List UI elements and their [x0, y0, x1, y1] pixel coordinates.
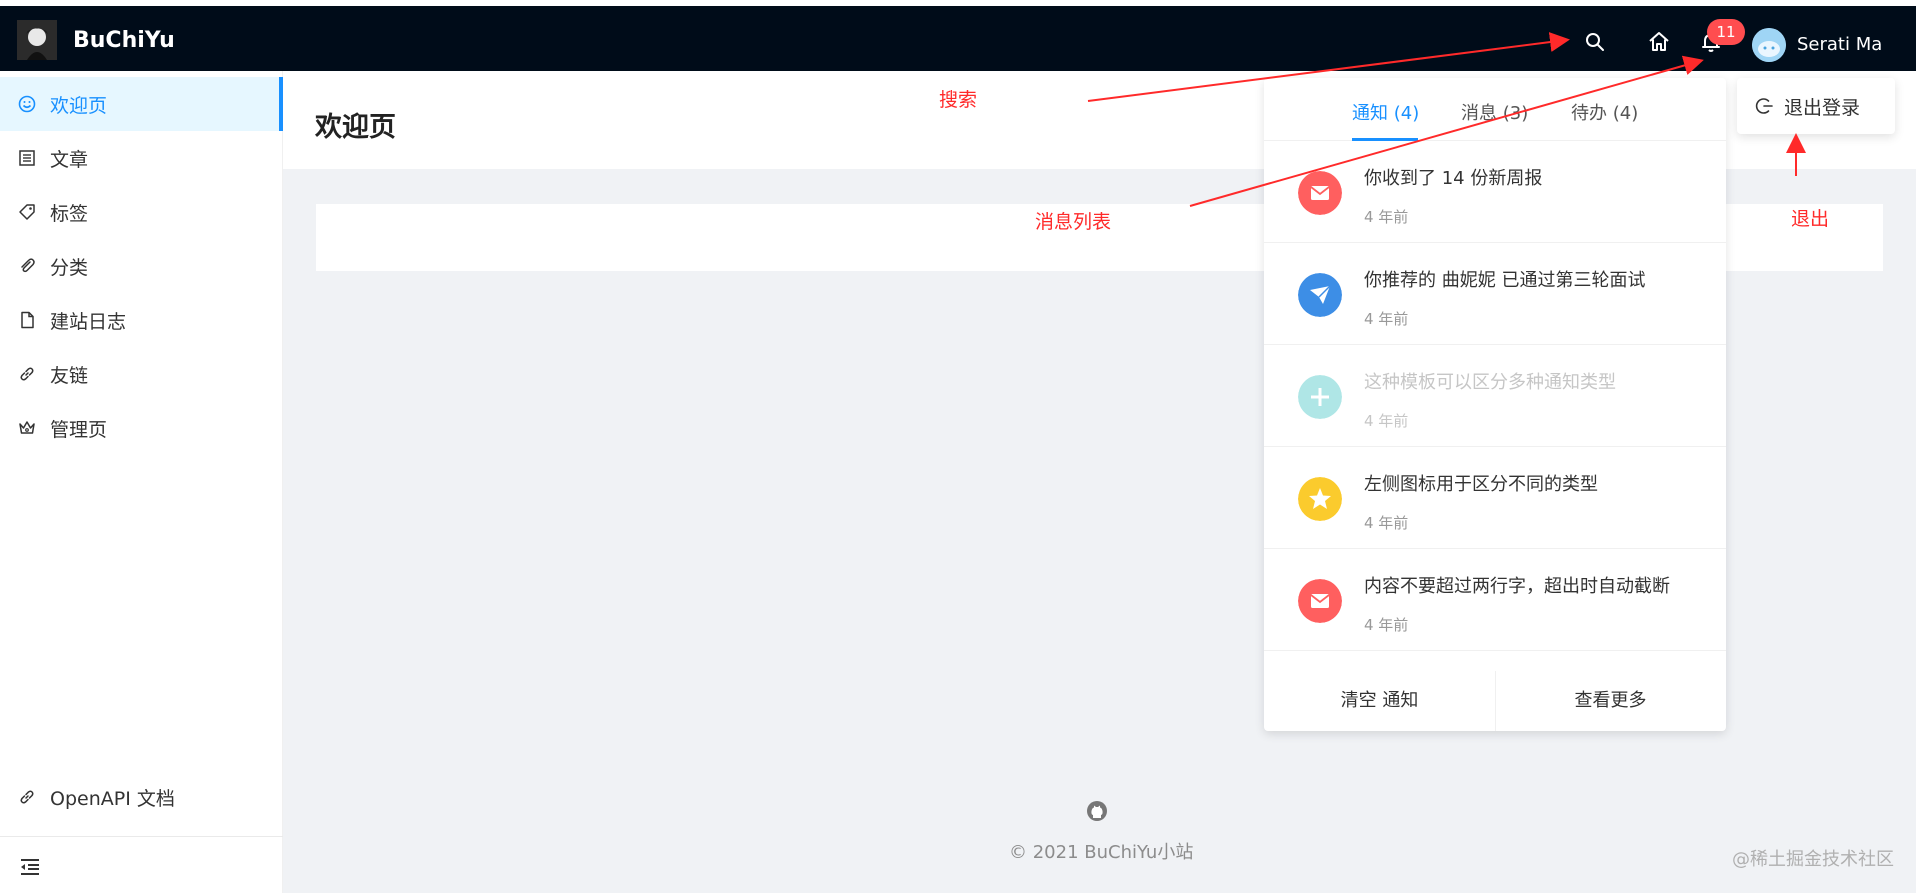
link-icon: [20, 367, 34, 381]
notification-dropdown: 通知 (4) 消息 (3) 待办 (4) 你收到了 14 份新周报 4 年前 你…: [1264, 78, 1726, 731]
mail-icon: [1298, 171, 1342, 215]
list-item[interactable]: 内容不要超过两行字，超出时自动截断 4 年前: [1264, 549, 1726, 651]
sidebar-item-articles[interactable]: 文章: [0, 131, 283, 185]
sidebar-item-tags[interactable]: 标签: [0, 185, 283, 239]
sidebar-item-openapi-docs[interactable]: OpenAPI 文档: [0, 770, 283, 824]
notification-time: 4 年前: [1364, 310, 1409, 328]
notification-time: 4 年前: [1364, 208, 1409, 226]
sidebar-item-label: 欢迎页: [50, 94, 108, 117]
top-header: BuChiYu 11 Serati Ma: [0, 0, 1916, 71]
send-icon: [1298, 273, 1342, 317]
logout-icon: [1755, 98, 1773, 114]
plus-icon: [1298, 375, 1342, 419]
notification-title: 这种模板可以区分多种通知类型: [1364, 372, 1616, 393]
sidebar: 欢迎页 文章 标签 分类 建站日志 友链 管理页 OpenAPI 文档: [0, 71, 283, 893]
sidebar-item-label: 友链: [50, 364, 89, 387]
tab-todos[interactable]: 待办 (4): [1571, 99, 1638, 125]
sidebar-item-friend-links[interactable]: 友链: [0, 347, 283, 401]
sidebar-item-welcome[interactable]: 欢迎页: [0, 77, 283, 131]
notification-title: 你推荐的 曲妮妮 已通过第三轮面试: [1364, 270, 1646, 291]
logo-title[interactable]: BuChiYu: [73, 28, 175, 53]
list-item[interactable]: 左侧图标用于区分不同的类型 4 年前: [1264, 447, 1726, 549]
tab-notifications[interactable]: 通知 (4): [1352, 99, 1419, 125]
list-item[interactable]: 你推荐的 曲妮妮 已通过第三轮面试 4 年前: [1264, 243, 1726, 345]
clear-notifications-button[interactable]: 清空 通知: [1264, 671, 1495, 731]
notification-title: 你收到了 14 份新周报: [1364, 168, 1543, 189]
menu-fold-icon[interactable]: [18, 855, 42, 879]
notification-tabs: 通知 (4) 消息 (3) 待办 (4): [1264, 78, 1726, 141]
home-icon[interactable]: [1647, 30, 1671, 54]
message-list-annotation-label: 消息列表: [1035, 211, 1112, 233]
logout-menu-item[interactable]: 退出登录: [1737, 78, 1895, 134]
view-more-button[interactable]: 查看更多: [1495, 671, 1726, 731]
logout-annotation-label: 退出: [1791, 208, 1830, 230]
smile-icon: [18, 95, 36, 113]
sidebar-item-label: 分类: [50, 256, 89, 279]
list-icon: [19, 150, 35, 166]
sidebar-item-label: 标签: [50, 202, 89, 225]
notification-time: 4 年前: [1364, 514, 1409, 532]
paperclip-icon: [21, 258, 35, 273]
logout-label: 退出登录: [1784, 96, 1861, 119]
list-item[interactable]: 这种模板可以区分多种通知类型 4 年前: [1264, 345, 1726, 447]
tag-icon: [19, 204, 35, 220]
search-annotation-label: 搜索: [939, 89, 978, 111]
page-title: 欢迎页: [315, 112, 396, 143]
notification-title: 内容不要超过两行字，超出时自动截断: [1364, 576, 1670, 597]
sidebar-item-admin[interactable]: 管理页: [0, 401, 283, 455]
sidebar-item-label: OpenAPI 文档: [50, 787, 175, 810]
notification-time: 4 年前: [1364, 412, 1409, 430]
tab-messages[interactable]: 消息 (3): [1461, 99, 1528, 125]
search-icon[interactable]: [1583, 30, 1607, 54]
file-icon: [21, 311, 34, 329]
avatar[interactable]: [1752, 28, 1786, 62]
crown-icon: [19, 421, 35, 434]
sidebar-item-label: 建站日志: [50, 310, 127, 333]
sidebar-item-label: 管理页: [50, 418, 108, 441]
footer-copyright: © 2021 BuChiYu小站: [1009, 842, 1194, 863]
username[interactable]: Serati Ma: [1797, 34, 1882, 55]
star-icon: [1298, 477, 1342, 521]
link-icon: [20, 790, 34, 804]
sidebar-item-build-log[interactable]: 建站日志: [0, 293, 283, 347]
logo-image[interactable]: [17, 20, 57, 60]
notification-footer: 清空 通知 查看更多: [1264, 671, 1726, 731]
notification-title: 左侧图标用于区分不同的类型: [1364, 474, 1598, 495]
watermark: @稀土掘金技术社区: [1732, 849, 1894, 870]
sidebar-divider: [0, 836, 283, 837]
notification-time: 4 年前: [1364, 616, 1409, 634]
mail-icon: [1298, 579, 1342, 623]
list-item[interactable]: 你收到了 14 份新周报 4 年前: [1264, 141, 1726, 243]
sidebar-item-categories[interactable]: 分类: [0, 239, 283, 293]
sidebar-item-label: 文章: [50, 148, 89, 171]
notification-count-badge: 11: [1707, 19, 1745, 45]
github-icon[interactable]: [1085, 799, 1109, 823]
